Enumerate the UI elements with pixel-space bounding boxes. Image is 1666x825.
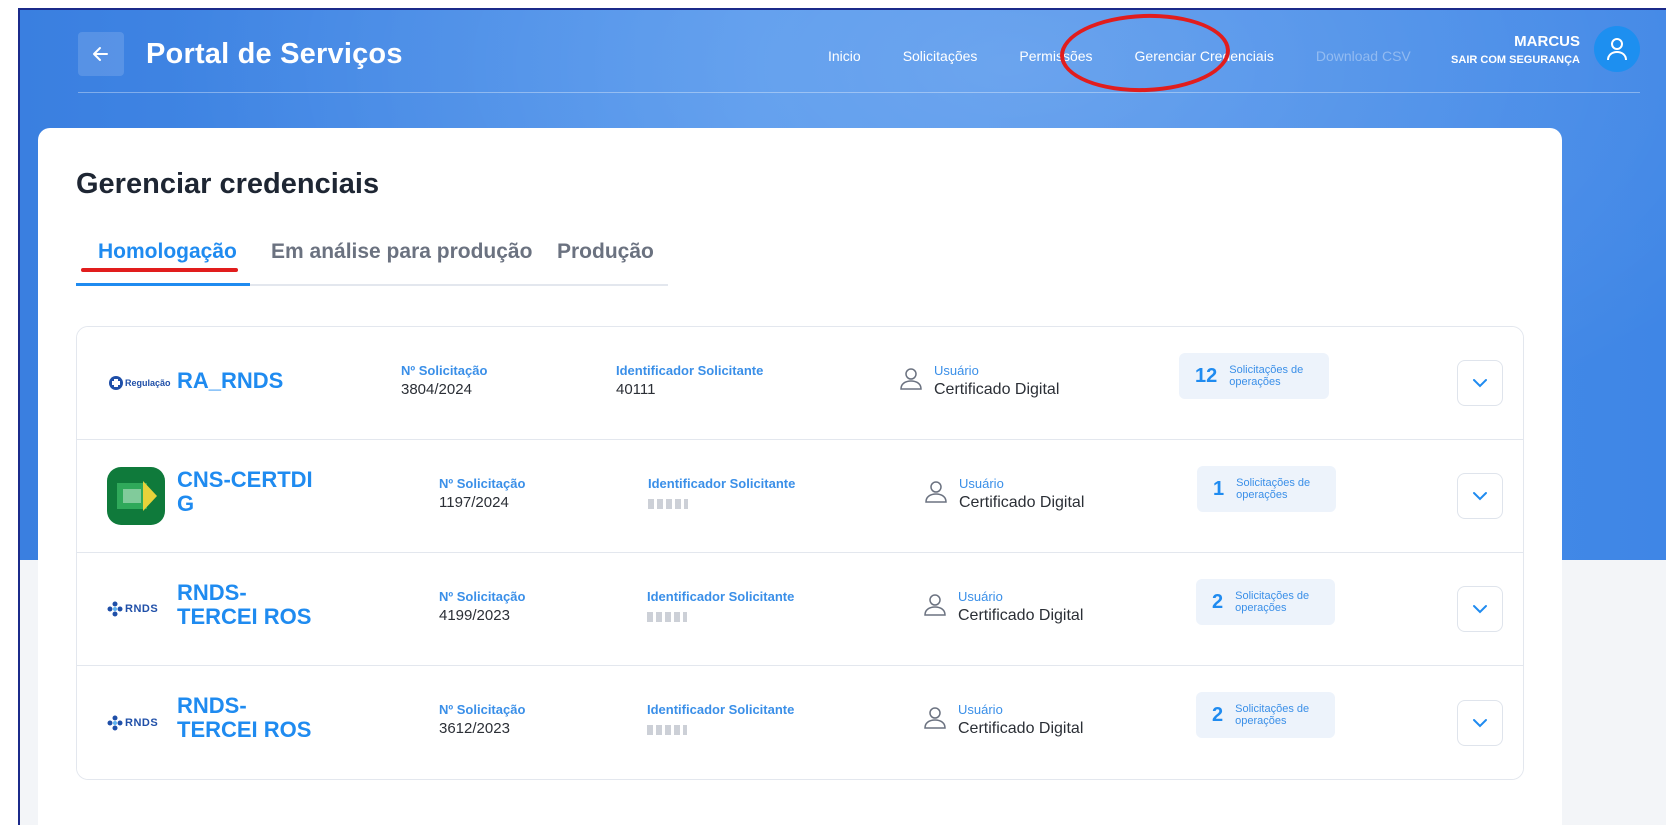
arrow-left-icon (93, 47, 108, 61)
cns-app-logo (107, 467, 165, 525)
user-icon (924, 707, 946, 729)
nav-links: Inicio Solicitações Permissões Gerenciar… (828, 48, 1411, 64)
user-icon (925, 481, 947, 503)
user-type: Usuário Certificado Digital (924, 589, 1083, 625)
list-item: RNDS RNDS-TERCEI ROS Nº Solicitação 3612… (77, 666, 1523, 779)
credential-name: RNDS-TERCEI ROS (177, 580, 312, 629)
avatar[interactable] (1594, 26, 1640, 72)
credential-name: CNS-CERTDI G (177, 467, 313, 516)
nav-inicio[interactable]: Inicio (828, 48, 861, 64)
requester-id: Identificador Solicitante 40111 (616, 363, 764, 398)
user-icon (924, 594, 946, 616)
app-frame: Portal de Serviços Inicio Solicitações P… (18, 8, 1666, 825)
sus-regulacao-logo: Regulação (109, 373, 171, 393)
nav-permissoes[interactable]: Permissões (1019, 48, 1092, 64)
app-title: Portal de Serviços (146, 38, 403, 70)
nav-gerenciar-credenciais[interactable]: Gerenciar Credenciais (1135, 48, 1274, 64)
main-card: Gerenciar credenciais Homologação Em aná… (38, 128, 1562, 825)
logout-link[interactable]: SAIR COM SEGURANÇA (1451, 54, 1580, 66)
credential-name: RA_RNDS (177, 368, 284, 393)
redacted-value (648, 499, 688, 509)
user-type: Usuário Certificado Digital (924, 702, 1083, 738)
expand-button[interactable] (1457, 473, 1503, 519)
credentials-list: Regulação RA_RNDS Nº Solicitação 3804/20… (76, 326, 1524, 780)
user-icon (900, 368, 922, 390)
user-type: Usuário Certificado Digital (925, 476, 1084, 512)
page-title: Gerenciar credenciais (76, 168, 380, 200)
expand-button[interactable] (1457, 699, 1503, 746)
chevron-down-icon (1473, 605, 1487, 614)
chevron-down-icon (1473, 379, 1487, 388)
expand-button[interactable] (1457, 360, 1503, 406)
tab-homologacao[interactable]: Homologação (98, 240, 237, 264)
operations-badge[interactable]: 2 Solicitações de operações (1196, 692, 1336, 738)
tab-producao[interactable]: Produção (557, 240, 654, 264)
expand-button[interactable] (1457, 586, 1503, 632)
operations-badge[interactable]: 12 Solicitações de operações (1179, 353, 1330, 399)
requester-id: Identificador Solicitante (647, 589, 794, 622)
back-button[interactable] (78, 32, 124, 76)
rnds-logo: RNDS (107, 598, 158, 620)
redacted-value (647, 612, 687, 622)
list-item: CNS-CERTDI G Nº Solicitação 1197/2024 Id… (77, 440, 1523, 553)
redacted-value (647, 725, 687, 735)
credential-name: RNDS-TERCEI ROS (177, 693, 312, 742)
operations-badge[interactable]: 1 Solicitações de operações (1197, 466, 1337, 512)
chevron-down-icon (1473, 718, 1487, 727)
tab-em-analise[interactable]: Em análise para produção (271, 240, 532, 264)
rnds-logo: RNDS (107, 712, 158, 734)
chevron-down-icon (1473, 492, 1487, 501)
requester-id: Identificador Solicitante (647, 702, 794, 735)
user-name: MARCUS (1514, 32, 1580, 50)
annotation-underline (81, 268, 238, 272)
user-icon (1607, 38, 1627, 61)
request-number: Nº Solicitação 3612/2023 (439, 702, 526, 737)
request-number: Nº Solicitação 3804/2024 (401, 363, 488, 398)
nav-solicitacoes[interactable]: Solicitações (903, 48, 978, 64)
active-tab-indicator (76, 283, 250, 286)
request-number: Nº Solicitação 4199/2023 (439, 589, 526, 624)
user-type: Usuário Certificado Digital (900, 363, 1059, 399)
operations-badge[interactable]: 2 Solicitações de operações (1196, 579, 1336, 625)
top-navbar: Portal de Serviços Inicio Solicitações P… (78, 24, 1640, 90)
nav-divider (78, 92, 1640, 93)
user-menu: MARCUS SAIR COM SEGURANÇA (1451, 26, 1640, 72)
request-number: Nº Solicitação 1197/2024 (439, 476, 526, 511)
nav-download-csv[interactable]: Download CSV (1316, 48, 1411, 64)
list-item: RNDS RNDS-TERCEI ROS Nº Solicitação 4199… (77, 553, 1523, 666)
requester-id: Identificador Solicitante (648, 476, 795, 509)
tab-bar: Homologação Em análise para produção Pro… (76, 236, 668, 286)
list-item: Regulação RA_RNDS Nº Solicitação 3804/20… (77, 327, 1523, 440)
